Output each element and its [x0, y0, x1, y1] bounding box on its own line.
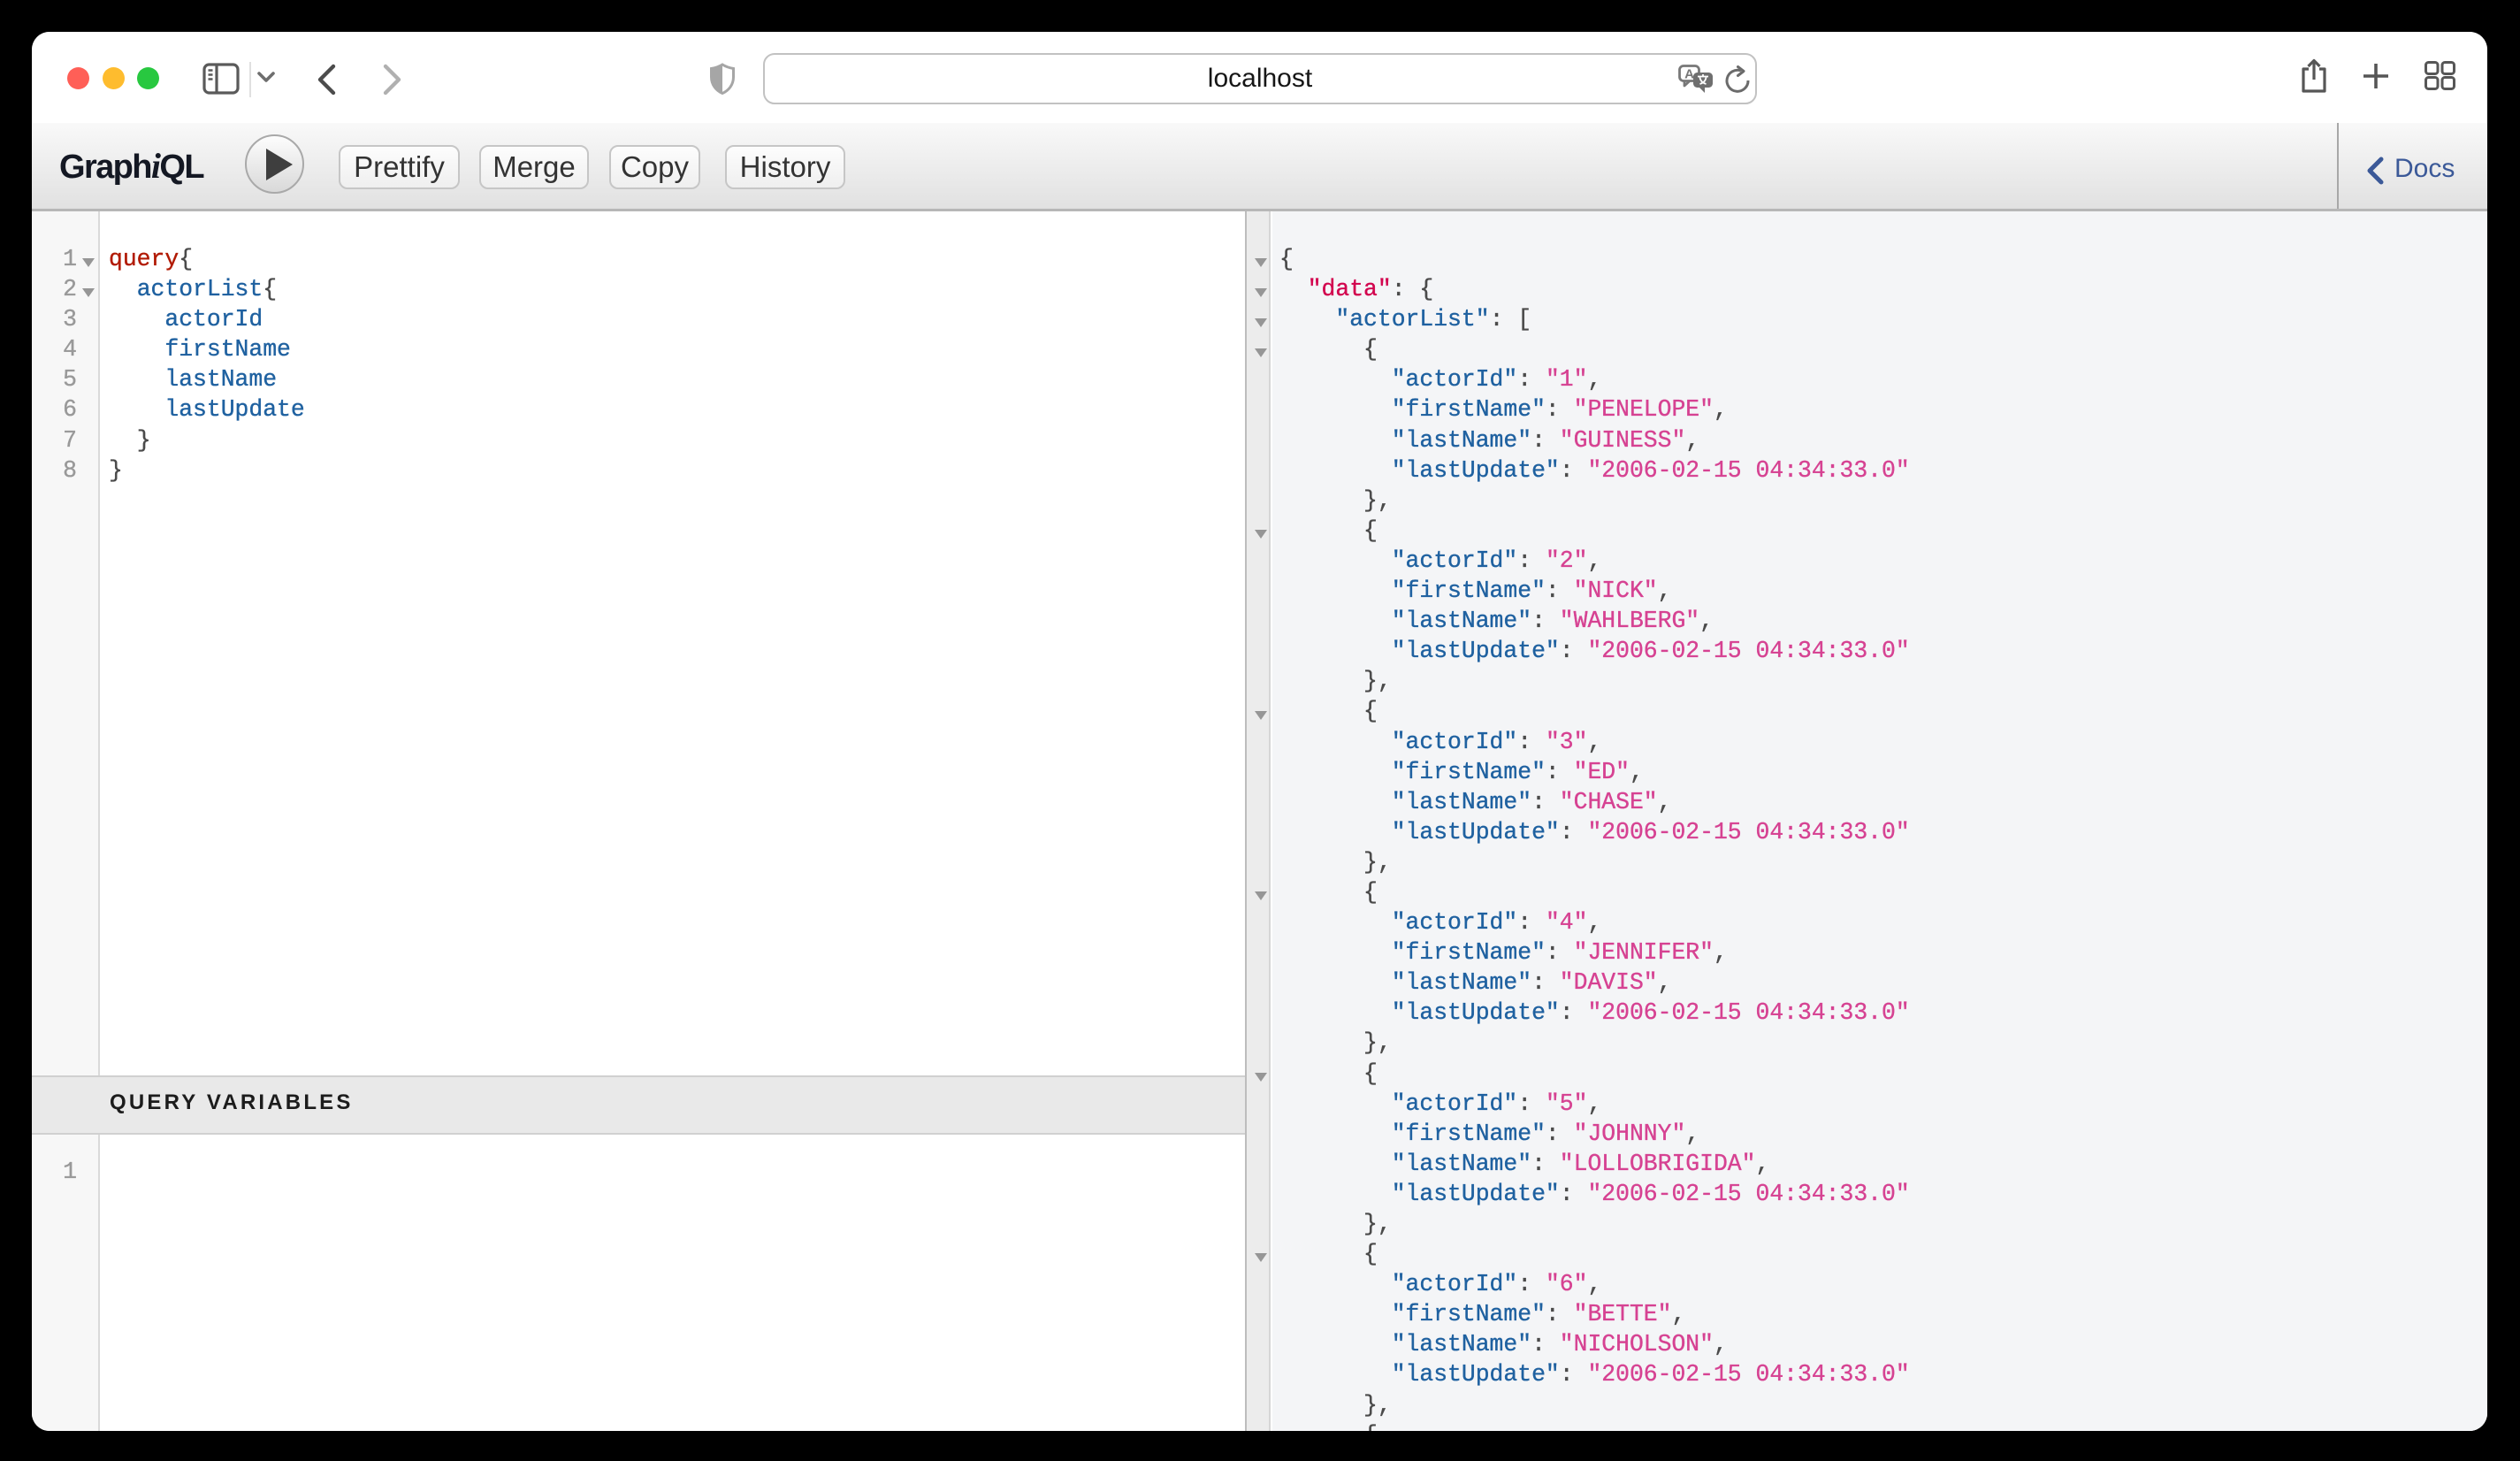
svg-text:A: A [1684, 67, 1694, 82]
